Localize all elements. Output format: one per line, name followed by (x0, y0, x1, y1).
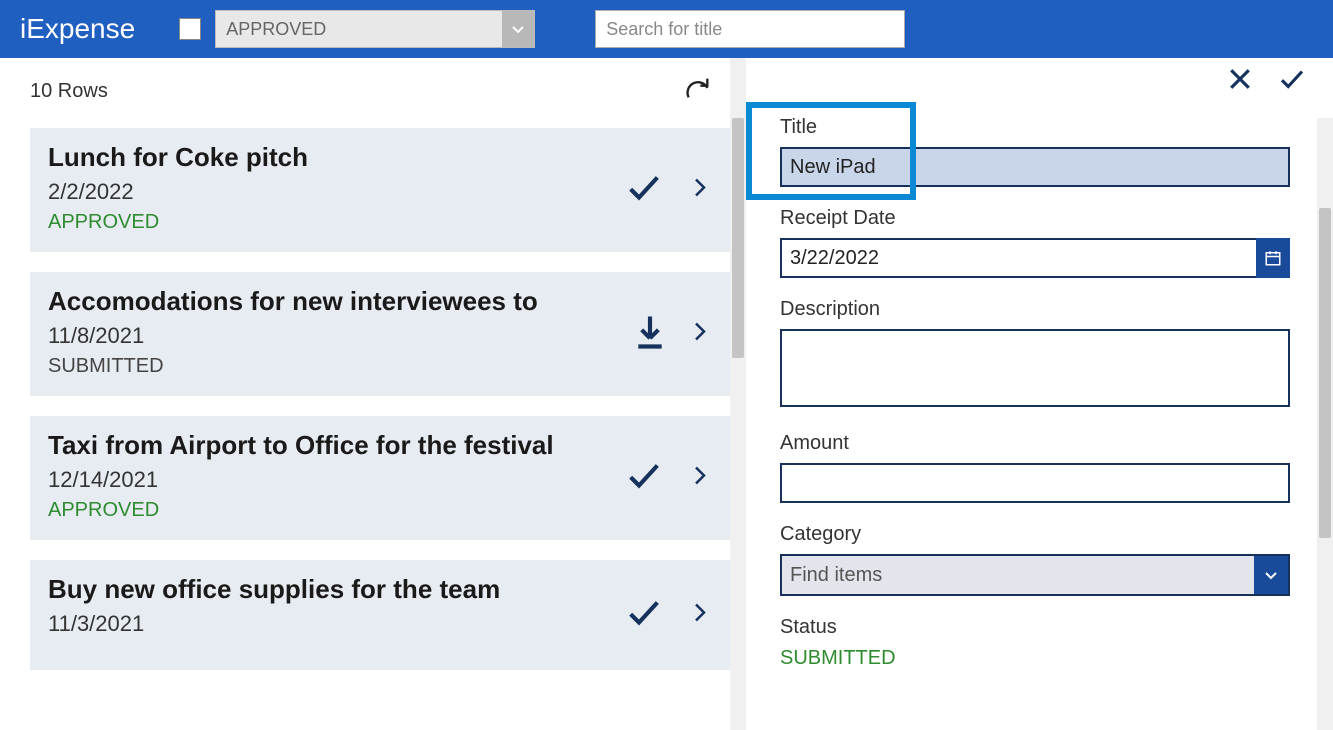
category-placeholder: Find items (790, 564, 882, 587)
category-select[interactable]: Find items (780, 554, 1290, 596)
card-date: 11/8/2021 (48, 323, 712, 349)
expense-card[interactable]: Accomodations for new interviewees to 11/… (30, 272, 730, 396)
chevron-right-icon[interactable] (688, 456, 712, 501)
card-date: 11/3/2021 (48, 611, 712, 637)
chevron-right-icon[interactable] (688, 168, 712, 213)
status-filter-dropdown[interactable]: APPROVED (215, 10, 535, 48)
chevron-down-icon[interactable] (1254, 556, 1288, 594)
close-icon[interactable] (1225, 64, 1255, 99)
search-input[interactable] (595, 10, 905, 48)
card-title: Buy new office supplies for the team (48, 574, 712, 605)
category-label: Category (780, 523, 1290, 546)
confirm-icon[interactable] (1275, 64, 1309, 99)
chevron-down-icon[interactable] (502, 11, 534, 47)
row-count-label: 10 Rows (30, 80, 108, 103)
chevron-right-icon[interactable] (688, 312, 712, 357)
title-input[interactable] (780, 147, 1290, 187)
filter-checkbox[interactable] (179, 18, 201, 40)
title-label: Title (780, 116, 1290, 139)
card-status: APPROVED (48, 499, 712, 522)
description-input[interactable] (780, 329, 1290, 407)
expense-card[interactable]: Lunch for Coke pitch 2/2/2022 APPROVED (30, 128, 730, 252)
approve-icon[interactable] (618, 593, 670, 638)
receipt-date-input[interactable] (780, 238, 1290, 278)
receipt-date-label: Receipt Date (780, 207, 1290, 230)
refresh-icon[interactable] (684, 74, 712, 109)
approve-icon[interactable] (618, 456, 670, 501)
card-date: 12/14/2021 (48, 467, 712, 493)
app-title: iExpense (20, 13, 135, 45)
expense-card[interactable]: Taxi from Airport to Office for the fest… (30, 416, 730, 540)
status-filter-value: APPROVED (226, 19, 326, 40)
form-scrollbar[interactable] (1317, 118, 1333, 730)
card-title: Lunch for Coke pitch (48, 142, 712, 173)
status-value: SUBMITTED (780, 647, 1290, 670)
expense-form-panel: Title Receipt Date Description Amount (746, 58, 1333, 730)
amount-label: Amount (780, 432, 1290, 455)
expense-card[interactable]: Buy new office supplies for the team 11/3… (30, 560, 730, 670)
calendar-icon[interactable] (1256, 238, 1290, 278)
chevron-right-icon[interactable] (688, 593, 712, 638)
card-date: 2/2/2022 (48, 179, 712, 205)
approve-icon[interactable] (618, 168, 670, 213)
card-title: Taxi from Airport to Office for the fest… (48, 430, 712, 461)
card-status: SUBMITTED (48, 355, 712, 378)
card-title: Accomodations for new interviewees to (48, 286, 712, 317)
card-status: APPROVED (48, 211, 712, 234)
app-header: iExpense APPROVED (0, 0, 1333, 58)
status-label: Status (780, 616, 1290, 639)
download-icon[interactable] (630, 310, 670, 359)
amount-input[interactable] (780, 463, 1290, 503)
list-scrollbar[interactable] (730, 58, 746, 730)
expense-list-panel: 10 Rows Lunch for Coke pitch 2/2/2022 APPR… (0, 58, 730, 730)
description-label: Description (780, 298, 1290, 321)
